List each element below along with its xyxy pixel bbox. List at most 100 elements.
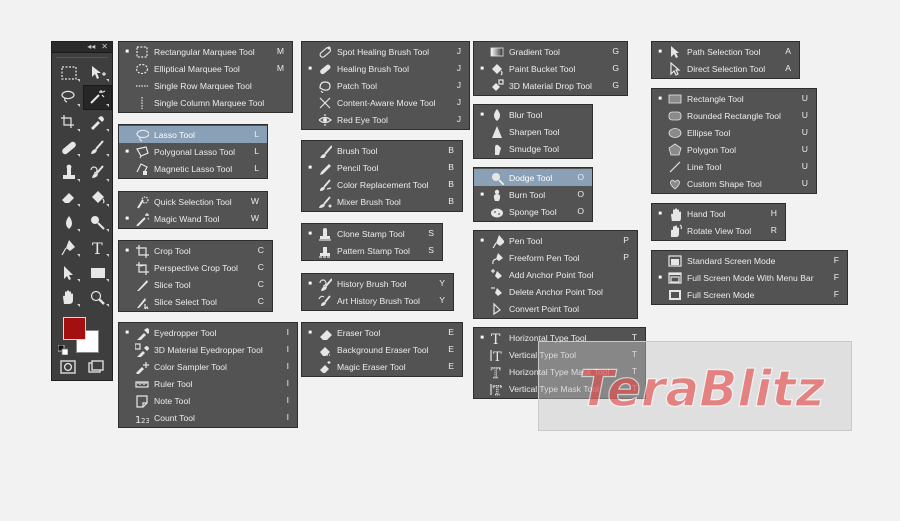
magic-wand-tool-button[interactable] <box>83 85 112 110</box>
menu-item-label: Ruler Tool <box>154 378 193 389</box>
menu-item-pen-tool[interactable]: ■ Pen Tool P <box>474 232 637 249</box>
foreground-color-swatch[interactable] <box>63 317 86 340</box>
menu-item-lasso-tool[interactable]: Lasso Tool L <box>119 126 267 143</box>
menu-item-magic-eraser-tool[interactable]: Magic Eraser Tool E <box>302 358 462 375</box>
pencil-icon <box>318 161 332 175</box>
menu-item-polygon-tool[interactable]: Polygon Tool U <box>652 141 816 158</box>
menu-item-eraser-tool[interactable]: ■ Eraser Tool E <box>302 324 462 341</box>
menu-item-rectangle-tool[interactable]: ■ Rectangle Tool U <box>652 90 816 107</box>
menu-item-ellipse-tool[interactable]: Ellipse Tool U <box>652 124 816 141</box>
current-tool-bullet: ■ <box>658 48 662 55</box>
menu-item-dodge-tool[interactable]: Dodge Tool O <box>474 169 592 186</box>
menu-item-standard-screen-mode[interactable]: Standard Screen Mode F <box>652 252 847 269</box>
menu-item-label: Count Tool <box>154 412 195 423</box>
current-tool-bullet: ■ <box>308 65 312 72</box>
menu-item-mixer-brush-tool[interactable]: Mixer Brush Tool B <box>302 193 462 210</box>
menu-item-pattern-stamp-tool[interactable]: Pattern Stamp Tool S <box>302 242 442 259</box>
menu-item-rounded-rectangle-tool[interactable]: Rounded Rectangle Tool U <box>652 107 816 124</box>
menu-item-background-eraser-tool[interactable]: Background Eraser Tool E <box>302 341 462 358</box>
menu-item-ruler-tool[interactable]: Ruler Tool I <box>119 375 297 392</box>
dodge-tool-button[interactable] <box>83 210 112 235</box>
shortcut-key: P <box>623 235 629 245</box>
menu-item-3d-material-drop-tool[interactable]: 3D Material Drop Tool G <box>474 77 627 94</box>
menu-item-magnetic-lasso-tool[interactable]: Magnetic Lasso Tool L <box>119 160 267 177</box>
brush-tool-button[interactable] <box>83 135 112 160</box>
menu-item-eyedropper-tool[interactable]: ■ Eyedropper Tool I <box>119 324 297 341</box>
hand-tool-button[interactable] <box>54 285 83 310</box>
menu-item-quick-selection-tool[interactable]: Quick Selection Tool W <box>119 193 267 210</box>
menu-item-patch-tool[interactable]: Patch Tool J <box>302 77 469 94</box>
menu-item-art-history-brush-tool[interactable]: Art History Brush Tool Y <box>302 292 453 309</box>
close-icon[interactable]: ✕ <box>101 42 108 52</box>
menu-item-perspective-crop-tool[interactable]: Perspective Crop Tool C <box>119 259 272 276</box>
menu-item-sponge-tool[interactable]: Sponge Tool O <box>474 203 592 220</box>
type-tool-button[interactable]: T <box>83 235 112 260</box>
pen-tool-button[interactable] <box>54 235 83 260</box>
menu-item-note-tool[interactable]: Note Tool I <box>119 392 297 409</box>
eyedropper-tool-button[interactable] <box>83 110 112 135</box>
menu-item-spot-healing-brush-tool[interactable]: Spot Healing Brush Tool J <box>302 43 469 60</box>
eyedropper-icon <box>135 326 149 340</box>
magnetic-lasso-icon <box>135 162 149 176</box>
shortcut-key: I <box>286 361 289 371</box>
eraser-tool-button[interactable] <box>54 185 83 210</box>
menu-item-full-screen-mode-with-menu-bar[interactable]: ■ Full Screen Mode With Menu Bar F <box>652 269 847 286</box>
menu-item-path-selection-tool[interactable]: ■ Path Selection Tool A <box>652 43 799 60</box>
quick-mask-icon[interactable] <box>60 360 76 379</box>
shortcut-key: C <box>257 296 264 306</box>
menu-item-elliptical-marquee-tool[interactable]: Elliptical Marquee Tool M <box>119 60 292 77</box>
menu-item-blur-tool[interactable]: ■ Blur Tool <box>474 106 592 123</box>
watermark-text: TeraBlitz <box>579 360 825 418</box>
menu-item-delete-anchor-point-tool[interactable]: Delete Anchor Point Tool <box>474 283 637 300</box>
menu-item-burn-tool[interactable]: ■ Burn Tool O <box>474 186 592 203</box>
menu-item-full-screen-mode[interactable]: Full Screen Mode F <box>652 286 847 303</box>
clone-stamp-tool-button[interactable] <box>54 160 83 185</box>
menu-item-clone-stamp-tool[interactable]: ■ Clone Stamp Tool S <box>302 225 442 242</box>
menu-item-convert-point-tool[interactable]: Convert Point Tool <box>474 300 637 317</box>
crop-tool-button[interactable] <box>54 110 83 135</box>
menu-item-healing-brush-tool[interactable]: ■ Healing Brush Tool J <box>302 60 469 77</box>
menu-item-slice-select-tool[interactable]: Slice Select Tool C <box>119 293 272 310</box>
move-tool-button[interactable] <box>83 60 112 85</box>
menu-item-polygonal-lasso-tool[interactable]: ■ Polygonal Lasso Tool L <box>119 143 267 160</box>
menu-item-brush-tool[interactable]: Brush Tool B <box>302 142 462 159</box>
collapse-icon[interactable]: ◂◂ <box>87 42 95 52</box>
menu-item-pencil-tool[interactable]: ■ Pencil Tool B <box>302 159 462 176</box>
history-brush-tool-button[interactable] <box>83 160 112 185</box>
menu-item-slice-tool[interactable]: Slice Tool C <box>119 276 272 293</box>
menu-item-rotate-view-tool[interactable]: Rotate View Tool R <box>652 222 785 239</box>
menu-item-content-aware-move-tool[interactable]: Content-Aware Move Tool J <box>302 94 469 111</box>
menu-item-count-tool[interactable]: 1 23 Count Tool I <box>119 409 297 426</box>
menu-item-rectangular-marquee-tool[interactable]: ■ Rectangular Marquee Tool M <box>119 43 292 60</box>
menu-item-color-replacement-tool[interactable]: Color Replacement Tool B <box>302 176 462 193</box>
lasso-tool-button[interactable] <box>54 85 83 110</box>
menu-item-add-anchor-point-tool[interactable]: Add Anchor Point Tool <box>474 266 637 283</box>
menu-item-line-tool[interactable]: Line Tool U <box>652 158 816 175</box>
menu-item-paint-bucket-tool[interactable]: ■ Paint Bucket Tool G <box>474 60 627 77</box>
menu-item-history-brush-tool[interactable]: ■ History Brush Tool Y <box>302 275 453 292</box>
menu-item-3d-material-eyedropper-tool[interactable]: 3D Material Eyedropper Tool I <box>119 341 297 358</box>
menu-item-freeform-pen-tool[interactable]: Freeform Pen Tool P <box>474 249 637 266</box>
menu-item-single-row-marquee-tool[interactable]: Single Row Marquee Tool <box>119 77 292 94</box>
menu-item-smudge-tool[interactable]: Smudge Tool <box>474 140 592 157</box>
healing-brush-tool-button[interactable] <box>54 135 83 160</box>
menu-item-color-sampler-tool[interactable]: Color Sampler Tool I <box>119 358 297 375</box>
menu-item-sharpen-tool[interactable]: Sharpen Tool <box>474 123 592 140</box>
blur-tool-button[interactable] <box>54 210 83 235</box>
default-colors-icon[interactable] <box>58 345 68 355</box>
paint-bucket-tool-button[interactable] <box>83 185 112 210</box>
marquee-tool-button[interactable] <box>54 60 83 85</box>
rectangle-tool-button[interactable] <box>83 260 112 285</box>
shortcut-key: J <box>456 80 461 90</box>
menu-item-direct-selection-tool[interactable]: Direct Selection Tool A <box>652 60 799 77</box>
menu-item-red-eye-tool[interactable]: Red Eye Tool J <box>302 111 469 128</box>
menu-item-custom-shape-tool[interactable]: Custom Shape Tool U <box>652 175 816 192</box>
menu-item-single-column-marquee-tool[interactable]: Single Column Marquee Tool <box>119 94 292 111</box>
menu-item-magic-wand-tool[interactable]: ■ Magic Wand Tool W <box>119 210 267 227</box>
menu-item-gradient-tool[interactable]: Gradient Tool G <box>474 43 627 60</box>
zoom-tool-button[interactable] <box>83 285 112 310</box>
screen-mode-icon[interactable] <box>88 360 104 379</box>
menu-item-crop-tool[interactable]: ■ Crop Tool C <box>119 242 272 259</box>
path-selection-tool-button[interactable] <box>54 260 83 285</box>
menu-item-hand-tool[interactable]: ■ Hand Tool H <box>652 205 785 222</box>
